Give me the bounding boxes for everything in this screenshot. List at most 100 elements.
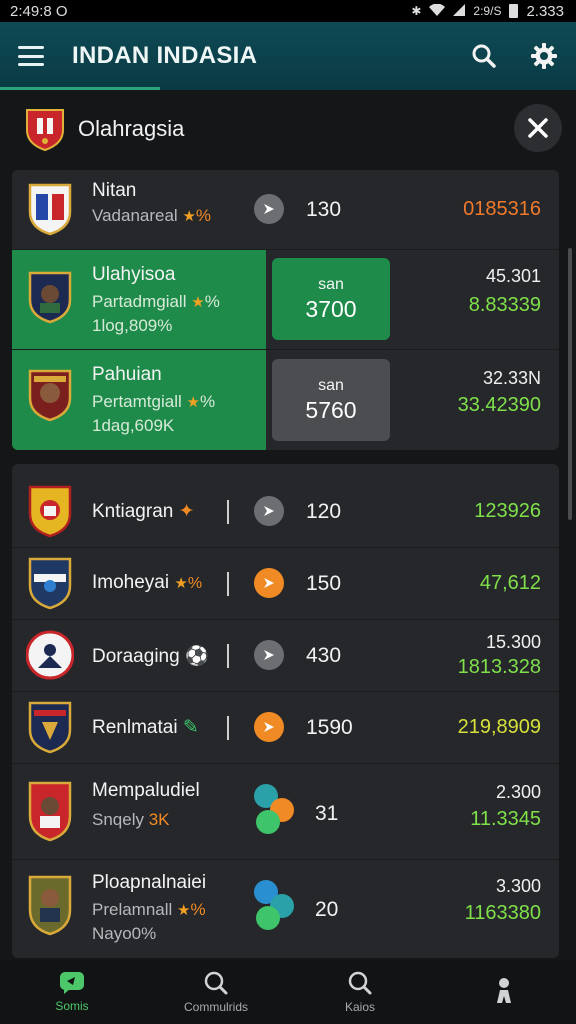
nav-label: Commulrids <box>183 1000 248 1014</box>
divider <box>227 716 229 740</box>
person-icon <box>497 978 511 1003</box>
team-league: Vadanareal <box>92 206 178 225</box>
play-button[interactable] <box>254 640 284 670</box>
team-value: 1813.328 <box>457 656 541 678</box>
table-row[interactable]: Ulahyisoa Partadmgiall ★% 1log,809% san … <box>12 250 559 350</box>
whistle-icon: ✎ <box>182 717 199 738</box>
team-value-top: 15.300 <box>485 632 541 652</box>
team-title: Doraaging ⚽ <box>92 644 209 668</box>
team-count: 1590 <box>306 716 353 739</box>
bet-bubbles[interactable] <box>254 880 300 930</box>
bet-bubbles[interactable] <box>254 784 300 834</box>
star-icon: ★ <box>177 902 191 919</box>
top-standings-panel: Nitan Vadanareal ★% 130 0185316 Ulahyiso… <box>12 170 559 450</box>
menu-icon[interactable] <box>18 46 44 66</box>
table-row[interactable]: Ploapnalnaiei Prelamnall ★% Nayo0% 20 3.… <box>12 860 559 958</box>
team-stat: 1log,809% <box>92 316 173 335</box>
team-value: 33.42390 <box>457 394 541 416</box>
odds-box[interactable]: san 3700 <box>272 258 390 340</box>
settings-button[interactable] <box>528 40 560 72</box>
search-button[interactable] <box>468 40 500 72</box>
team-value-top: 3.300 <box>495 876 541 896</box>
close-button[interactable] <box>514 104 562 152</box>
nav-label: Kaios <box>344 1000 376 1014</box>
team-rating: % <box>190 900 206 919</box>
status-icons: ✱ 2:9/S 2.333 <box>411 3 564 20</box>
arrow-icon <box>264 650 274 660</box>
bottom-standings-panel: Kntiagran ✦ 120 123926 Imoheyai ★% 150 4… <box>12 464 559 958</box>
table-row[interactable]: Nitan Vadanareal ★% 130 0185316 <box>12 170 559 250</box>
play-button[interactable] <box>254 496 284 526</box>
team-stat: 1dag,609K <box>92 416 175 435</box>
team-value-top: 45.301 <box>485 266 541 286</box>
arrow-icon <box>264 204 274 214</box>
odds-box[interactable]: san 5760 <box>272 359 390 441</box>
bottom-nav: Somis Commulrids Kaios <box>0 960 576 1024</box>
star-icon: ★ <box>191 294 205 311</box>
team-crest-icon <box>28 701 72 754</box>
divider <box>227 572 229 596</box>
nav-label: Somis <box>55 999 89 1013</box>
scrollbar[interactable] <box>568 248 572 520</box>
bubble-icon <box>256 810 280 834</box>
team-count: 31 <box>315 802 339 825</box>
team-crest-icon <box>28 183 72 236</box>
app-bar: INDAN INDASIA <box>0 22 576 90</box>
play-button[interactable] <box>254 568 284 598</box>
battery-icon <box>509 4 519 18</box>
team-value: 0185316 <box>463 198 541 220</box>
nav-item-news[interactable]: Kaios <box>288 960 432 1024</box>
team-name: Kntiagran <box>92 501 174 522</box>
team-title: Renlmatai ✎ <box>92 716 199 739</box>
team-value: 219,8909 <box>457 716 541 738</box>
team-crest-icon <box>28 271 72 324</box>
league-crest-icon <box>26 109 64 152</box>
signal-icon <box>453 3 466 19</box>
status-right-text: 2:9/S <box>473 4 502 18</box>
team-count: 150 <box>306 572 342 595</box>
team-title: Imoheyai ★% <box>92 572 202 594</box>
nav-item-communities[interactable]: Commulrids <box>144 960 288 1024</box>
team-name: Doraaging <box>92 646 180 667</box>
status-bar: 2:49:8 O ✱ 2:9/S 2.333 <box>0 0 576 22</box>
league-name: Olahragsia <box>78 116 185 141</box>
team-rating: % <box>187 575 203 592</box>
table-row[interactable]: Imoheyai ★% 150 47,612 <box>12 548 559 620</box>
team-subtitle: Partadmgiall ★% <box>92 292 220 312</box>
team-crest-icon <box>28 875 72 936</box>
table-row[interactable]: Renlmatai ✎ 1590 219,8909 <box>12 692 559 764</box>
team-title: Kntiagran ✦ <box>92 500 195 523</box>
nav-item-profile[interactable] <box>432 960 576 1024</box>
team-rating: % <box>195 206 212 225</box>
odds-value: 5760 <box>305 396 357 423</box>
close-icon <box>528 118 548 138</box>
search-icon <box>204 971 228 995</box>
team-league: Prelamnall <box>92 900 173 919</box>
chat-icon <box>60 972 84 994</box>
table-row[interactable]: Doraaging ⚽ 430 15.300 1813.328 <box>12 620 559 692</box>
app-bar-actions <box>468 40 560 72</box>
play-button[interactable] <box>254 194 284 224</box>
star-icon: ★ <box>182 208 196 225</box>
team-rating: % <box>204 292 220 311</box>
bubble-icon <box>256 906 280 930</box>
table-row[interactable]: Mempaludiel Snqely 3K 31 2.300 11.3345 <box>12 764 559 860</box>
team-name: Mempaludiel <box>92 780 200 801</box>
play-button[interactable] <box>254 712 284 742</box>
table-row[interactable]: Kntiagran ✦ 120 123926 <box>12 476 559 548</box>
odds-label: san <box>318 376 344 394</box>
ball-icon: ⚽ <box>184 646 209 667</box>
team-name: Ulahyisoa <box>92 264 176 285</box>
team-subtitle: Prelamnall ★% <box>92 900 206 920</box>
star-icon: ★ <box>186 394 200 411</box>
star-icon: ★ <box>174 575 188 592</box>
team-value-top: 32.33N <box>482 368 541 388</box>
search-icon <box>472 44 496 68</box>
table-row[interactable]: Pahuian Pertamtgiall ★% 1dag,609K san 57… <box>12 350 559 450</box>
team-crest-icon <box>28 369 72 422</box>
league-header: Olahragsia <box>0 92 576 166</box>
nav-item-home[interactable]: Somis <box>0 960 144 1024</box>
tab-indicator <box>0 87 160 90</box>
divider <box>227 644 229 668</box>
arrow-icon <box>264 578 274 588</box>
